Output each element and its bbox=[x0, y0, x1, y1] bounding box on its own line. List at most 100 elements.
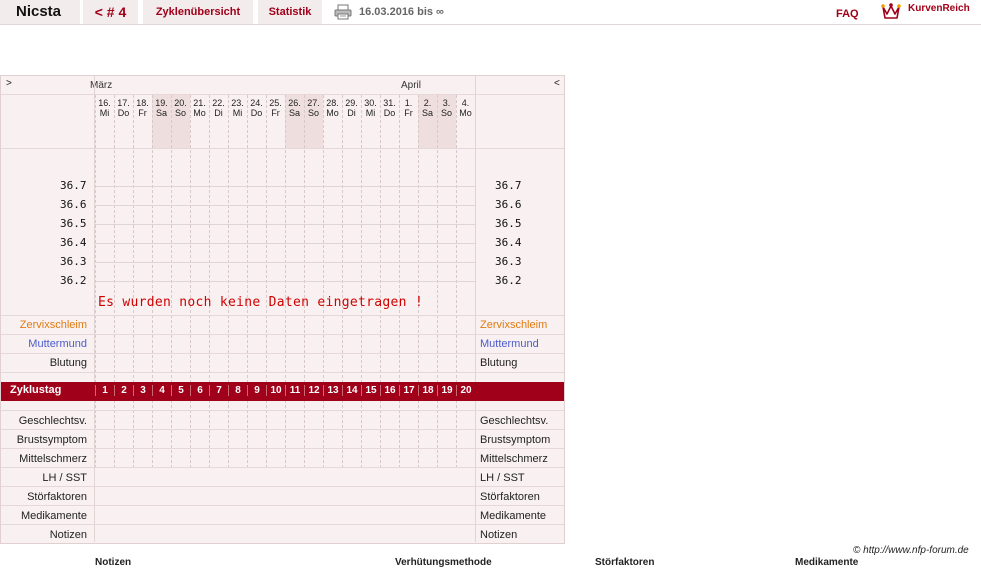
day-number: 29. bbox=[345, 98, 358, 108]
divider bbox=[1, 429, 564, 430]
day-number: 26. bbox=[288, 98, 301, 108]
day-header: 2. Sa bbox=[418, 98, 437, 118]
day-header: 22. Di bbox=[209, 98, 228, 118]
row-label-muttermund-right: Muttermund bbox=[480, 338, 539, 350]
temp-label-right: 36.3 bbox=[495, 255, 522, 268]
cycle-day-number: 11 bbox=[285, 385, 304, 396]
cycle-day-number: 9 bbox=[247, 385, 266, 396]
day-header: 20. So bbox=[171, 98, 190, 118]
day-number: 20. bbox=[174, 98, 187, 108]
day-header: 1. Fr bbox=[399, 98, 418, 118]
cycle-day-number: 4 bbox=[152, 385, 171, 396]
cycle-day-number: 19 bbox=[437, 385, 456, 396]
temp-label-left: 36.4 bbox=[60, 236, 87, 249]
row-label-brustsymptom-right: Brustsymptom bbox=[480, 434, 551, 446]
weekday: Mi bbox=[232, 108, 243, 118]
row-label-mittelschmerz-right: Mittelschmerz bbox=[480, 453, 548, 465]
day-number: 2. bbox=[423, 98, 432, 108]
temp-label-left: 36.3 bbox=[60, 255, 87, 268]
crown-logo-icon[interactable] bbox=[880, 2, 902, 20]
divider bbox=[1, 372, 564, 373]
faq-link[interactable]: FAQ bbox=[836, 2, 859, 26]
weekday: So bbox=[174, 108, 186, 118]
day-number: 27. bbox=[307, 98, 320, 108]
weekday: Sa bbox=[155, 108, 167, 118]
cycle-day-number: 7 bbox=[209, 385, 228, 396]
divider bbox=[1, 448, 564, 449]
day-number: 30. bbox=[364, 98, 377, 108]
day-header: 17. Do bbox=[114, 98, 133, 118]
divider bbox=[1, 486, 564, 487]
divider bbox=[1, 334, 564, 335]
row-label-brustsymptom: Brustsymptom bbox=[16, 434, 87, 446]
row-label-geschlechtsverkehr: Geschlechtsv. bbox=[18, 415, 87, 427]
day-header: 30. Mi bbox=[361, 98, 380, 118]
temp-gridline bbox=[95, 224, 475, 225]
day-number: 23. bbox=[231, 98, 244, 108]
cycle-day-number: 17 bbox=[399, 385, 418, 396]
day-header: 21. Mo bbox=[190, 98, 209, 118]
temp-label-left: 36.2 bbox=[60, 274, 87, 287]
row-label-blutung-right: Blutung bbox=[480, 357, 518, 369]
day-header: 23. Mi bbox=[228, 98, 247, 118]
chart-nav-next[interactable]: < bbox=[554, 78, 560, 89]
temp-label-left: 36.5 bbox=[60, 217, 87, 230]
tab-statistics[interactable]: Statistik bbox=[258, 0, 322, 24]
day-number: 31. bbox=[383, 98, 396, 108]
weekday: So bbox=[440, 108, 452, 118]
cycle-day-bar: Zyklustag 1 2 3 4 5 6 7 8 9 10 11 12 13 14 15 16 17 18 19 2… bbox=[1, 382, 564, 401]
temp-label-right: 36.6 bbox=[495, 198, 522, 211]
divider bbox=[475, 76, 476, 542]
row-label-muttermund: Muttermund bbox=[28, 338, 87, 350]
weekday: Sa bbox=[421, 108, 433, 118]
row-label-lh-sst: LH / SST bbox=[42, 472, 87, 484]
divider bbox=[1, 467, 564, 468]
cycle-day-number: 3 bbox=[133, 385, 152, 396]
temp-label-right: 36.4 bbox=[495, 236, 522, 249]
day-number: 19. bbox=[155, 98, 168, 108]
brand-name: Nicsta bbox=[0, 0, 80, 24]
day-number: 25. bbox=[269, 98, 282, 108]
day-number: 4. bbox=[461, 98, 470, 108]
chart-nav-prev[interactable]: > bbox=[6, 78, 12, 89]
temp-label-right: 36.2 bbox=[495, 274, 522, 287]
row-label-lh-sst-right: LH / SST bbox=[480, 472, 525, 484]
day-number: 18. bbox=[136, 98, 149, 108]
cycle-day-number: 1 bbox=[95, 385, 114, 396]
no-data-message: Es wurden noch keine Daten eingetragen ! bbox=[98, 295, 424, 310]
printer-icon[interactable] bbox=[334, 4, 352, 20]
tab-cycle-overview[interactable]: Zyklenübersicht bbox=[143, 0, 253, 24]
row-label-mittelschmerz: Mittelschmerz bbox=[19, 453, 87, 465]
day-header: 24. Do bbox=[247, 98, 266, 118]
temp-label-right: 36.5 bbox=[495, 217, 522, 230]
temp-gridline bbox=[95, 205, 475, 206]
cycle-chart: > < März April 16. Mi 17. Do 18. Fr 19. Sa 20. So… bbox=[0, 75, 565, 544]
row-label-blutung: Blutung bbox=[49, 357, 87, 369]
day-header: 31. Do bbox=[380, 98, 399, 118]
cycle-day-number: 18 bbox=[418, 385, 437, 396]
weekday: Fr bbox=[271, 108, 280, 118]
divider bbox=[1, 315, 564, 316]
row-label-stoerfaktoren: Störfaktoren bbox=[27, 491, 87, 503]
day-header: 29. Di bbox=[342, 98, 361, 118]
copyright: © http://www.nfp-forum.de bbox=[853, 545, 969, 556]
day-header: 18. Fr bbox=[133, 98, 152, 118]
kurvenreich-link[interactable]: KurvenReich bbox=[908, 0, 970, 21]
weekday: Mo bbox=[326, 108, 339, 118]
day-header: 4. Mo bbox=[456, 98, 475, 118]
cycle-day-number: 10 bbox=[266, 385, 285, 396]
month-label-april: April bbox=[401, 80, 422, 91]
temp-gridline bbox=[95, 281, 475, 282]
day-header: 25. Fr bbox=[266, 98, 285, 118]
cycle-nav-button[interactable]: < # 4 bbox=[83, 0, 138, 24]
weekday: Do bbox=[383, 108, 396, 118]
day-number: 3. bbox=[442, 98, 451, 108]
cycle-day-number: 2 bbox=[114, 385, 133, 396]
weekday: Mo bbox=[459, 108, 472, 118]
weekday: Mi bbox=[365, 108, 376, 118]
row-label-zervixschleim-right: Zervixschleim bbox=[480, 319, 548, 331]
temp-label-right: 36.7 bbox=[495, 179, 522, 192]
divider bbox=[1, 353, 564, 354]
temp-gridline bbox=[95, 186, 475, 187]
temp-gridline bbox=[95, 262, 475, 263]
